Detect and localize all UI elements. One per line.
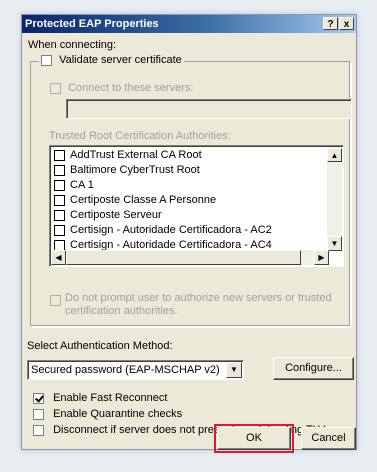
scroll-left-button[interactable]: ◀ [51,250,66,265]
ok-highlight-box [214,424,294,453]
no-prompt-checkbox-box[interactable] [50,294,61,306]
fast-reconnect-box[interactable] [33,392,44,404]
authority-label: Certisign - Autoridade Certificadora - A… [70,224,272,236]
scroll-up-button[interactable]: ▲ [327,148,342,162]
authority-checkbox[interactable] [54,194,65,206]
close-button[interactable]: x [339,17,354,30]
fast-reconnect-label: Enable Fast Reconnect [53,392,168,404]
connect-to-servers-label: Connect to these servers: [68,82,194,94]
horizontal-scrollbar[interactable]: ◀ ▶ [51,250,329,265]
authority-item[interactable]: AddTrust External CA Root [54,148,202,162]
protected-eap-dialog: Protected EAP Properties ? x When connec… [21,14,357,453]
scroll-down-button[interactable]: ▼ [327,236,342,251]
help-icon: ? [327,19,334,30]
quarantine-box[interactable] [33,408,44,420]
vertical-scrollbar[interactable]: ▲ ▼ [327,147,342,251]
fast-reconnect-checkbox[interactable]: Enable Fast Reconnect [33,392,167,404]
close-icon: x [343,19,350,30]
connect-checkbox-box[interactable] [50,82,61,94]
disconnect-box[interactable] [33,424,44,436]
authority-checkbox[interactable] [54,164,65,176]
scroll-right-button[interactable]: ▶ [314,250,329,265]
validate-server-checkbox[interactable]: Validate server certificate [39,54,184,66]
help-button[interactable]: ? [323,17,338,30]
authority-label: Baltimore CyberTrust Root [70,164,200,176]
quarantine-checkbox[interactable]: Enable Quarantine checks [33,408,182,420]
authority-label: CA 1 [70,179,94,191]
auth-method-select[interactable]: Secured password (EAP-MSCHAP v2) ▼ [27,360,244,380]
authority-checkbox[interactable] [54,179,65,191]
validate-server-label: Validate server certificate [59,54,182,66]
authority-label: Certiposte Classe A Personne [70,194,217,206]
quarantine-label: Enable Quarantine checks [53,408,183,420]
authority-item[interactable]: Certisign - Autoridade Certificadora - A… [54,223,272,237]
authority-label: AddTrust External CA Root [70,149,202,161]
authority-item[interactable]: Certiposte Serveur [54,208,162,222]
no-prompt-checkbox[interactable] [50,294,61,306]
authority-item[interactable]: CA 1 [54,178,94,192]
configure-button[interactable]: Configure... [273,357,354,380]
dropdown-arrow-icon[interactable]: ▼ [226,362,242,378]
authority-checkbox[interactable] [54,239,65,251]
servers-input[interactable] [66,99,352,119]
authority-item[interactable]: Baltimore CyberTrust Root [54,163,200,177]
when-connecting-label: When connecting: [28,39,117,51]
auth-method-label: Select Authentication Method: [27,340,173,352]
authority-checkbox[interactable] [54,209,65,221]
connect-to-servers-checkbox[interactable]: Connect to these servers: [50,82,193,94]
cancel-button[interactable]: Cancel [301,427,356,450]
horizontal-scroll-thumb[interactable] [66,250,301,265]
no-prompt-label: Do not prompt user to authorize new serv… [65,292,332,317]
trusted-root-label: Trusted Root Certification Authorities: [49,130,231,142]
authority-item[interactable]: Certiposte Classe A Personne [54,193,216,207]
authority-checkbox[interactable] [54,149,65,161]
auth-method-value: Secured password (EAP-MSCHAP v2) [31,364,220,376]
validate-checkbox-box[interactable] [41,54,52,66]
authorities-list[interactable]: AddTrust External CA Root Baltimore Cyber… [49,145,344,267]
authority-label: Certiposte Serveur [70,209,162,221]
window-title: Protected EAP Properties [25,18,159,30]
title-bar: Protected EAP Properties [22,15,356,33]
authority-checkbox[interactable] [54,224,65,236]
